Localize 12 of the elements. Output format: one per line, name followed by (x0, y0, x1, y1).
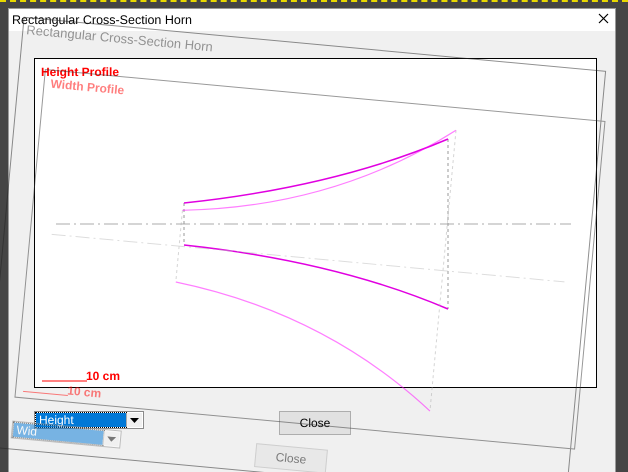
caret-icon (130, 418, 139, 422)
window-title: Rectangular Cross-Section Horn (12, 13, 192, 27)
scale-label: 10 cm (66, 383, 102, 401)
scale-label: 10 cm (86, 369, 120, 383)
profile-dropdown[interactable]: Height (34, 411, 144, 429)
caret-icon (106, 436, 116, 442)
plot-label: Height Profile (41, 65, 120, 79)
close-button[interactable]: Close (254, 443, 328, 472)
close-icon[interactable] (598, 13, 609, 24)
scale-bar (22, 390, 69, 399)
scale-bar (42, 380, 88, 384)
close-button[interactable]: Close (279, 411, 351, 435)
